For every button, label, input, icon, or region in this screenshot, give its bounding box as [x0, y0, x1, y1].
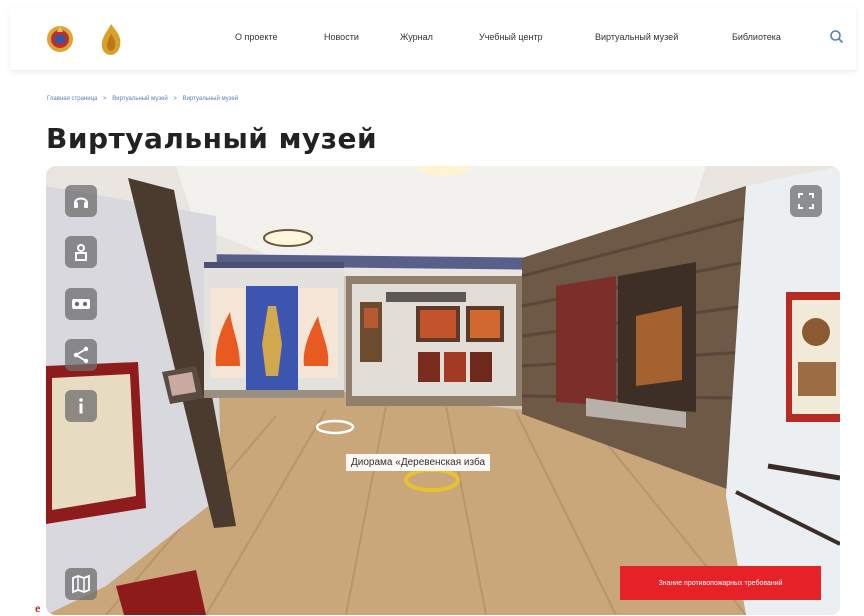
nav-library[interactable]: Библиотека: [732, 32, 781, 42]
share-icon: [73, 346, 89, 364]
fullscreen-button[interactable]: [790, 185, 822, 217]
site-header: О проекте Новости Журнал Учебный центр В…: [10, 8, 856, 71]
nav-about[interactable]: О проекте: [235, 32, 277, 42]
virtual-tour-viewer[interactable]: Диорама «Деревенская изба Знание противо…: [46, 166, 840, 615]
guide-person-button[interactable]: [65, 236, 97, 268]
breadcrumb-section[interactable]: Виртуальный музей: [112, 96, 167, 102]
person-icon: [75, 244, 87, 261]
search-icon[interactable]: [828, 28, 846, 46]
breadcrumb-home[interactable]: Главная страница: [47, 96, 97, 102]
floor-map-button[interactable]: [65, 568, 97, 600]
flame-emblem-icon[interactable]: [98, 22, 124, 56]
breadcrumb-separator: >: [173, 96, 177, 102]
nav-virtual-museum[interactable]: Виртуальный музей: [595, 32, 678, 42]
breadcrumb-current: Виртуальный музей: [182, 96, 239, 102]
info-button[interactable]: [65, 390, 97, 422]
breadcrumb: Главная страница > Виртуальный музей > В…: [47, 96, 242, 102]
page-title: Виртуальный музей: [46, 122, 378, 155]
museum-panorama[interactable]: [46, 166, 840, 615]
info-icon: [79, 398, 83, 414]
vr-mode-button[interactable]: [65, 288, 97, 320]
nav-news[interactable]: Новости: [324, 32, 359, 42]
fullscreen-icon: [798, 193, 814, 209]
breadcrumb-separator: >: [103, 96, 107, 102]
emblem-icon[interactable]: [46, 22, 74, 56]
nav-training-center[interactable]: Учебный центр: [479, 32, 543, 42]
share-button[interactable]: [65, 339, 97, 371]
map-icon: [72, 574, 90, 594]
stray-glyph: e: [35, 601, 41, 615]
vr-goggles-icon: [72, 299, 90, 309]
headphones-icon: [74, 197, 88, 208]
audio-guide-button[interactable]: [65, 185, 97, 217]
hotspot-label[interactable]: Диорама «Деревенская изба: [346, 454, 491, 471]
nav-journal[interactable]: Журнал: [400, 32, 433, 42]
fire-safety-button[interactable]: Знание противопожарных требований: [620, 566, 821, 600]
